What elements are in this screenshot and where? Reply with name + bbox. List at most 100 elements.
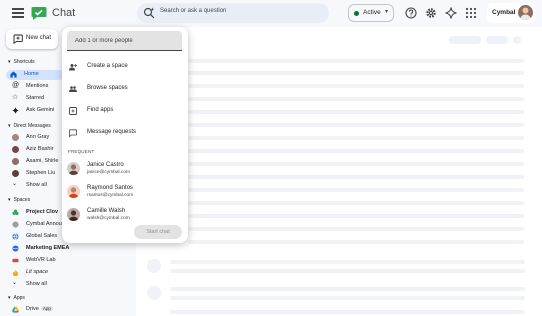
placeholder-line <box>188 188 524 192</box>
home-icon <box>10 71 17 78</box>
new-chat-label: New chat <box>26 35 52 41</box>
avatar <box>67 162 80 175</box>
status-label: Active <box>363 9 381 16</box>
placeholder-line <box>188 227 524 231</box>
avatar <box>67 208 80 221</box>
placeholder-line <box>170 260 525 264</box>
sparkle-search-icon <box>143 7 155 19</box>
placeholder-line <box>170 269 525 273</box>
contact-item[interactable]: Raymond Santos rsantos@cymbal.com <box>62 181 188 201</box>
space-item[interactable]: Project Clov <box>8 208 64 217</box>
star-icon: ☆ <box>12 94 19 101</box>
chevron-down-icon: ▾ <box>385 9 389 15</box>
placeholder-line <box>188 110 524 114</box>
space-item[interactable]: Global Sales <box>8 232 64 241</box>
settings-icon[interactable] <box>425 7 437 19</box>
globe-icon <box>12 245 19 252</box>
flame-icon <box>12 269 19 276</box>
help-icon[interactable] <box>405 7 417 19</box>
dm-item[interactable]: Ann Gray <box>8 133 64 142</box>
active-status-dot <box>354 11 359 16</box>
placeholder-line <box>170 287 525 291</box>
placeholder-line <box>188 240 524 244</box>
caret-down-icon: ▾ <box>8 197 11 203</box>
placeholder-line <box>170 296 525 300</box>
placeholder-line <box>188 84 524 88</box>
placeholder-pill <box>449 36 481 44</box>
space-item[interactable]: Cymbal Annou <box>8 220 64 229</box>
apps-icon <box>69 107 77 115</box>
placeholder-line <box>188 175 524 179</box>
caret-down-icon: ▾ <box>8 123 11 129</box>
menu-item-message-requests[interactable]: Message requests <box>62 125 188 141</box>
hamburger-menu-icon[interactable] <box>12 8 24 18</box>
placeholder-line <box>188 123 524 127</box>
expand-icon: ⌄ <box>12 280 18 286</box>
placeholder-avatar <box>147 286 161 300</box>
direct-messages-heading[interactable]: ▾ Direct Messages <box>8 123 51 129</box>
avatar <box>12 146 19 153</box>
dm-item[interactable]: Asami, Shirle <box>8 157 64 166</box>
dm-item[interactable]: Aziz Bashir <box>8 145 64 154</box>
app-title: Chat <box>52 7 76 19</box>
space-item[interactable]: Lit space <box>8 268 64 277</box>
menu-item-find-apps[interactable]: Find apps <box>62 103 188 119</box>
dm-item[interactable]: Stephen Liu <box>8 169 64 178</box>
search-bar[interactable]: Search or ask a question <box>137 3 329 23</box>
caret-down-icon: ▾ <box>8 295 11 301</box>
placeholder-avatar <box>147 259 161 273</box>
spaces-show-all[interactable]: ⌄ Show all <box>8 280 64 289</box>
contact-item[interactable]: Camille Walsh walsh@cymbal.com <box>62 204 188 224</box>
frequent-heading: FREQUENT <box>68 149 95 154</box>
account-switcher[interactable]: Cymbal <box>487 3 535 23</box>
spaces-heading[interactable]: ▾ Spaces <box>8 197 30 203</box>
gemini-icon[interactable] <box>445 7 457 19</box>
new-chat-icon <box>13 34 23 44</box>
contact-item[interactable]: Janice Castro janice@cymbal.com <box>62 158 188 178</box>
placeholder-line <box>188 97 524 101</box>
app-item-drive[interactable]: Drive App <box>8 305 64 314</box>
new-chat-button[interactable]: New chat <box>6 29 58 49</box>
placeholder-line <box>188 162 524 166</box>
placeholder-line <box>188 214 524 218</box>
menu-item-browse-spaces[interactable]: Browse spaces <box>62 81 188 97</box>
expand-icon: ⌄ <box>12 181 18 187</box>
menu-item-create-space[interactable]: Create a space <box>62 59 188 75</box>
avatar <box>12 158 19 165</box>
avatar <box>12 134 19 141</box>
sidebar-item-starred[interactable]: ☆ Starred <box>8 94 64 103</box>
placeholder-line <box>188 59 524 63</box>
add-people-input[interactable] <box>67 31 182 51</box>
clover-icon <box>12 209 19 215</box>
new-chat-popup: Create a space Browse spaces Find apps M… <box>62 27 188 243</box>
search-placeholder: Search or ask a question <box>160 8 227 14</box>
app-badge: App <box>40 306 53 311</box>
apps-heading[interactable]: ▾ Apps <box>8 295 25 301</box>
announcement-icon <box>12 221 19 228</box>
drive-icon <box>12 306 19 313</box>
globe-icon <box>12 233 19 240</box>
top-bar: Chat Search or ask a question Active ▾ C… <box>0 0 542 27</box>
placeholder-line <box>188 201 524 205</box>
status-dropdown[interactable]: Active ▾ <box>348 4 394 22</box>
chat-request-icon <box>69 129 77 137</box>
gemini-icon <box>12 107 19 114</box>
sidebar-item-ask-gemini[interactable]: Ask Gemini <box>8 106 64 115</box>
placeholder-line <box>170 310 525 314</box>
browse-spaces-icon <box>69 86 77 92</box>
avatar <box>12 170 19 177</box>
space-item[interactable]: WebVR Lab <box>8 256 64 265</box>
shortcuts-heading[interactable]: ▾ Shortcuts <box>8 59 35 65</box>
apps-grid-icon[interactable] <box>465 7 477 19</box>
sidebar-item-home[interactable]: Home <box>6 70 64 80</box>
space-item[interactable]: Marketing EMEA <box>8 244 69 253</box>
placeholder-line <box>188 149 524 153</box>
at-icon: @ <box>12 82 20 89</box>
start-chat-button[interactable]: Start chat <box>134 225 182 239</box>
sidebar-item-mentions[interactable]: @ Mentions <box>8 82 64 91</box>
placeholder-line <box>188 71 524 75</box>
avatar <box>67 185 80 198</box>
placeholder-pill <box>486 36 508 44</box>
main-content-loading <box>136 27 542 316</box>
dm-show-all[interactable]: ⌄ Show all <box>8 181 64 190</box>
